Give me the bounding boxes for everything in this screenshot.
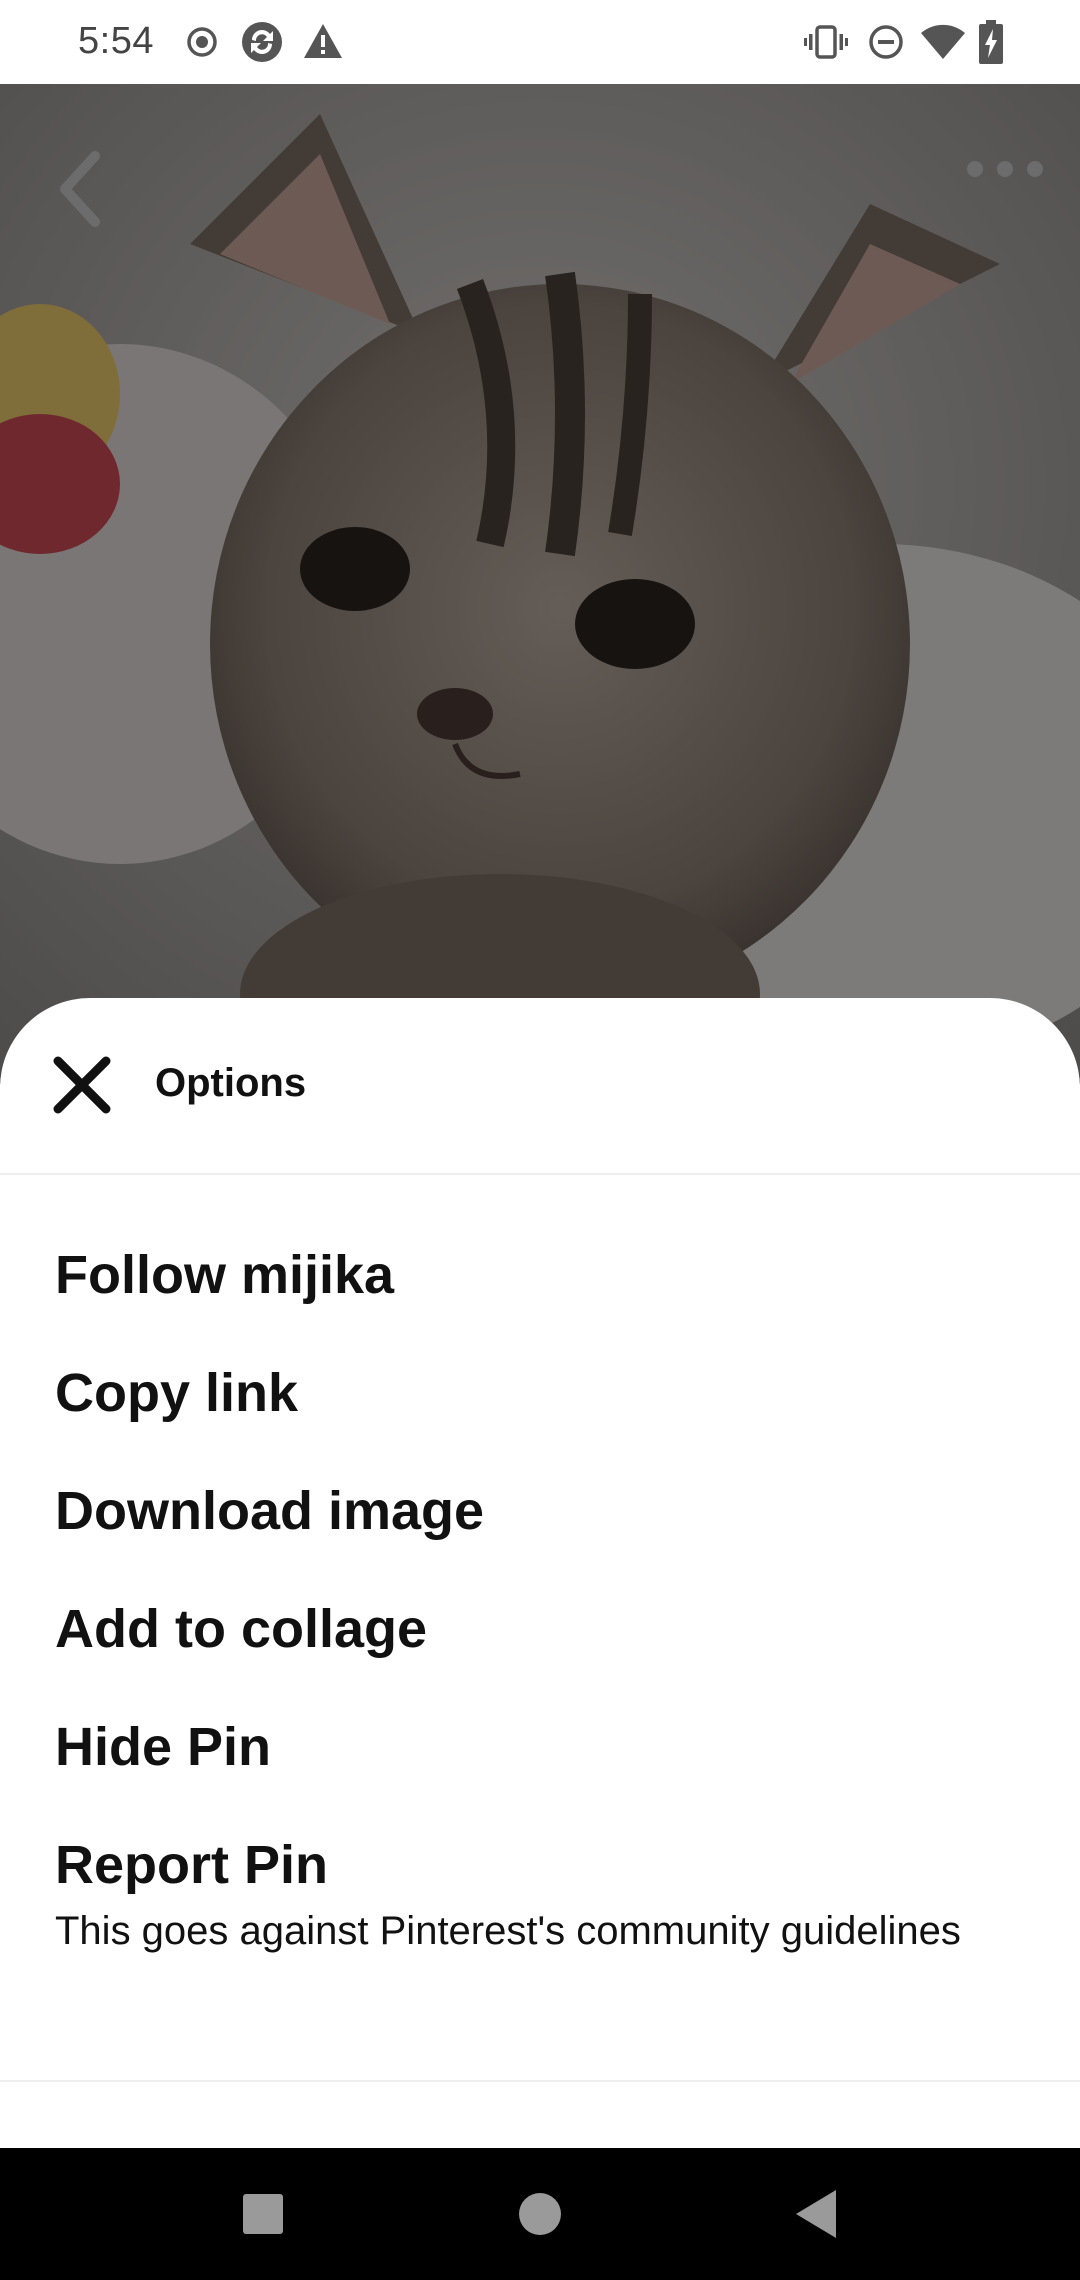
hide-pin-option[interactable]: Hide Pin <box>55 1715 1025 1779</box>
battery-charging-icon <box>979 20 1003 64</box>
warning-icon <box>304 24 342 58</box>
dim-overlay <box>0 84 1080 1084</box>
sheet-bottom-divider <box>0 2080 1080 2082</box>
hide-pin-label: Hide Pin <box>55 1717 272 1777</box>
more-horizontal-icon[interactable] <box>960 144 1050 194</box>
navigation-bar <box>0 2148 1080 2280</box>
sync-icon <box>242 22 282 62</box>
copy-link-option[interactable]: Copy link <box>55 1361 1025 1425</box>
report-pin-label: Report Pin <box>55 1835 329 1895</box>
screen: 5:54 Options Follow mijika Copy link Dow… <box>0 0 1080 2280</box>
download-image-option[interactable]: Download image <box>55 1479 1025 1543</box>
chevron-left-icon[interactable] <box>50 144 110 234</box>
close-icon[interactable] <box>50 1053 114 1117</box>
download-image-label: Download image <box>55 1481 485 1541</box>
vibrate-icon <box>804 25 848 59</box>
wifi-icon <box>921 24 965 59</box>
follow-user-option[interactable]: Follow mijika <box>55 1243 1025 1307</box>
status-time: 5:54 <box>78 20 154 62</box>
sheet-header: Options <box>0 998 1080 1175</box>
follow-user-label: Follow mijika <box>55 1245 395 1305</box>
report-pin-option[interactable]: Report Pin This goes against Pinterest's… <box>55 1833 1025 1957</box>
home-circle-icon[interactable] <box>510 2184 570 2244</box>
do-not-disturb-icon <box>869 25 903 59</box>
options-sheet: Options Follow mijika Copy link Download… <box>0 998 1080 2148</box>
copy-link-label: Copy link <box>55 1363 299 1423</box>
recents-square-icon[interactable] <box>233 2184 293 2244</box>
pin-image[interactable] <box>0 84 1080 1084</box>
back-triangle-icon[interactable] <box>788 2184 848 2244</box>
add-to-collage-label: Add to collage <box>55 1599 428 1659</box>
status-bar: 5:54 <box>0 0 1080 84</box>
report-pin-subtitle: This goes against Pinterest's community … <box>55 1909 961 1953</box>
sheet-title: Options <box>155 1061 307 1105</box>
add-to-collage-option[interactable]: Add to collage <box>55 1597 1025 1661</box>
record-icon <box>187 27 217 57</box>
